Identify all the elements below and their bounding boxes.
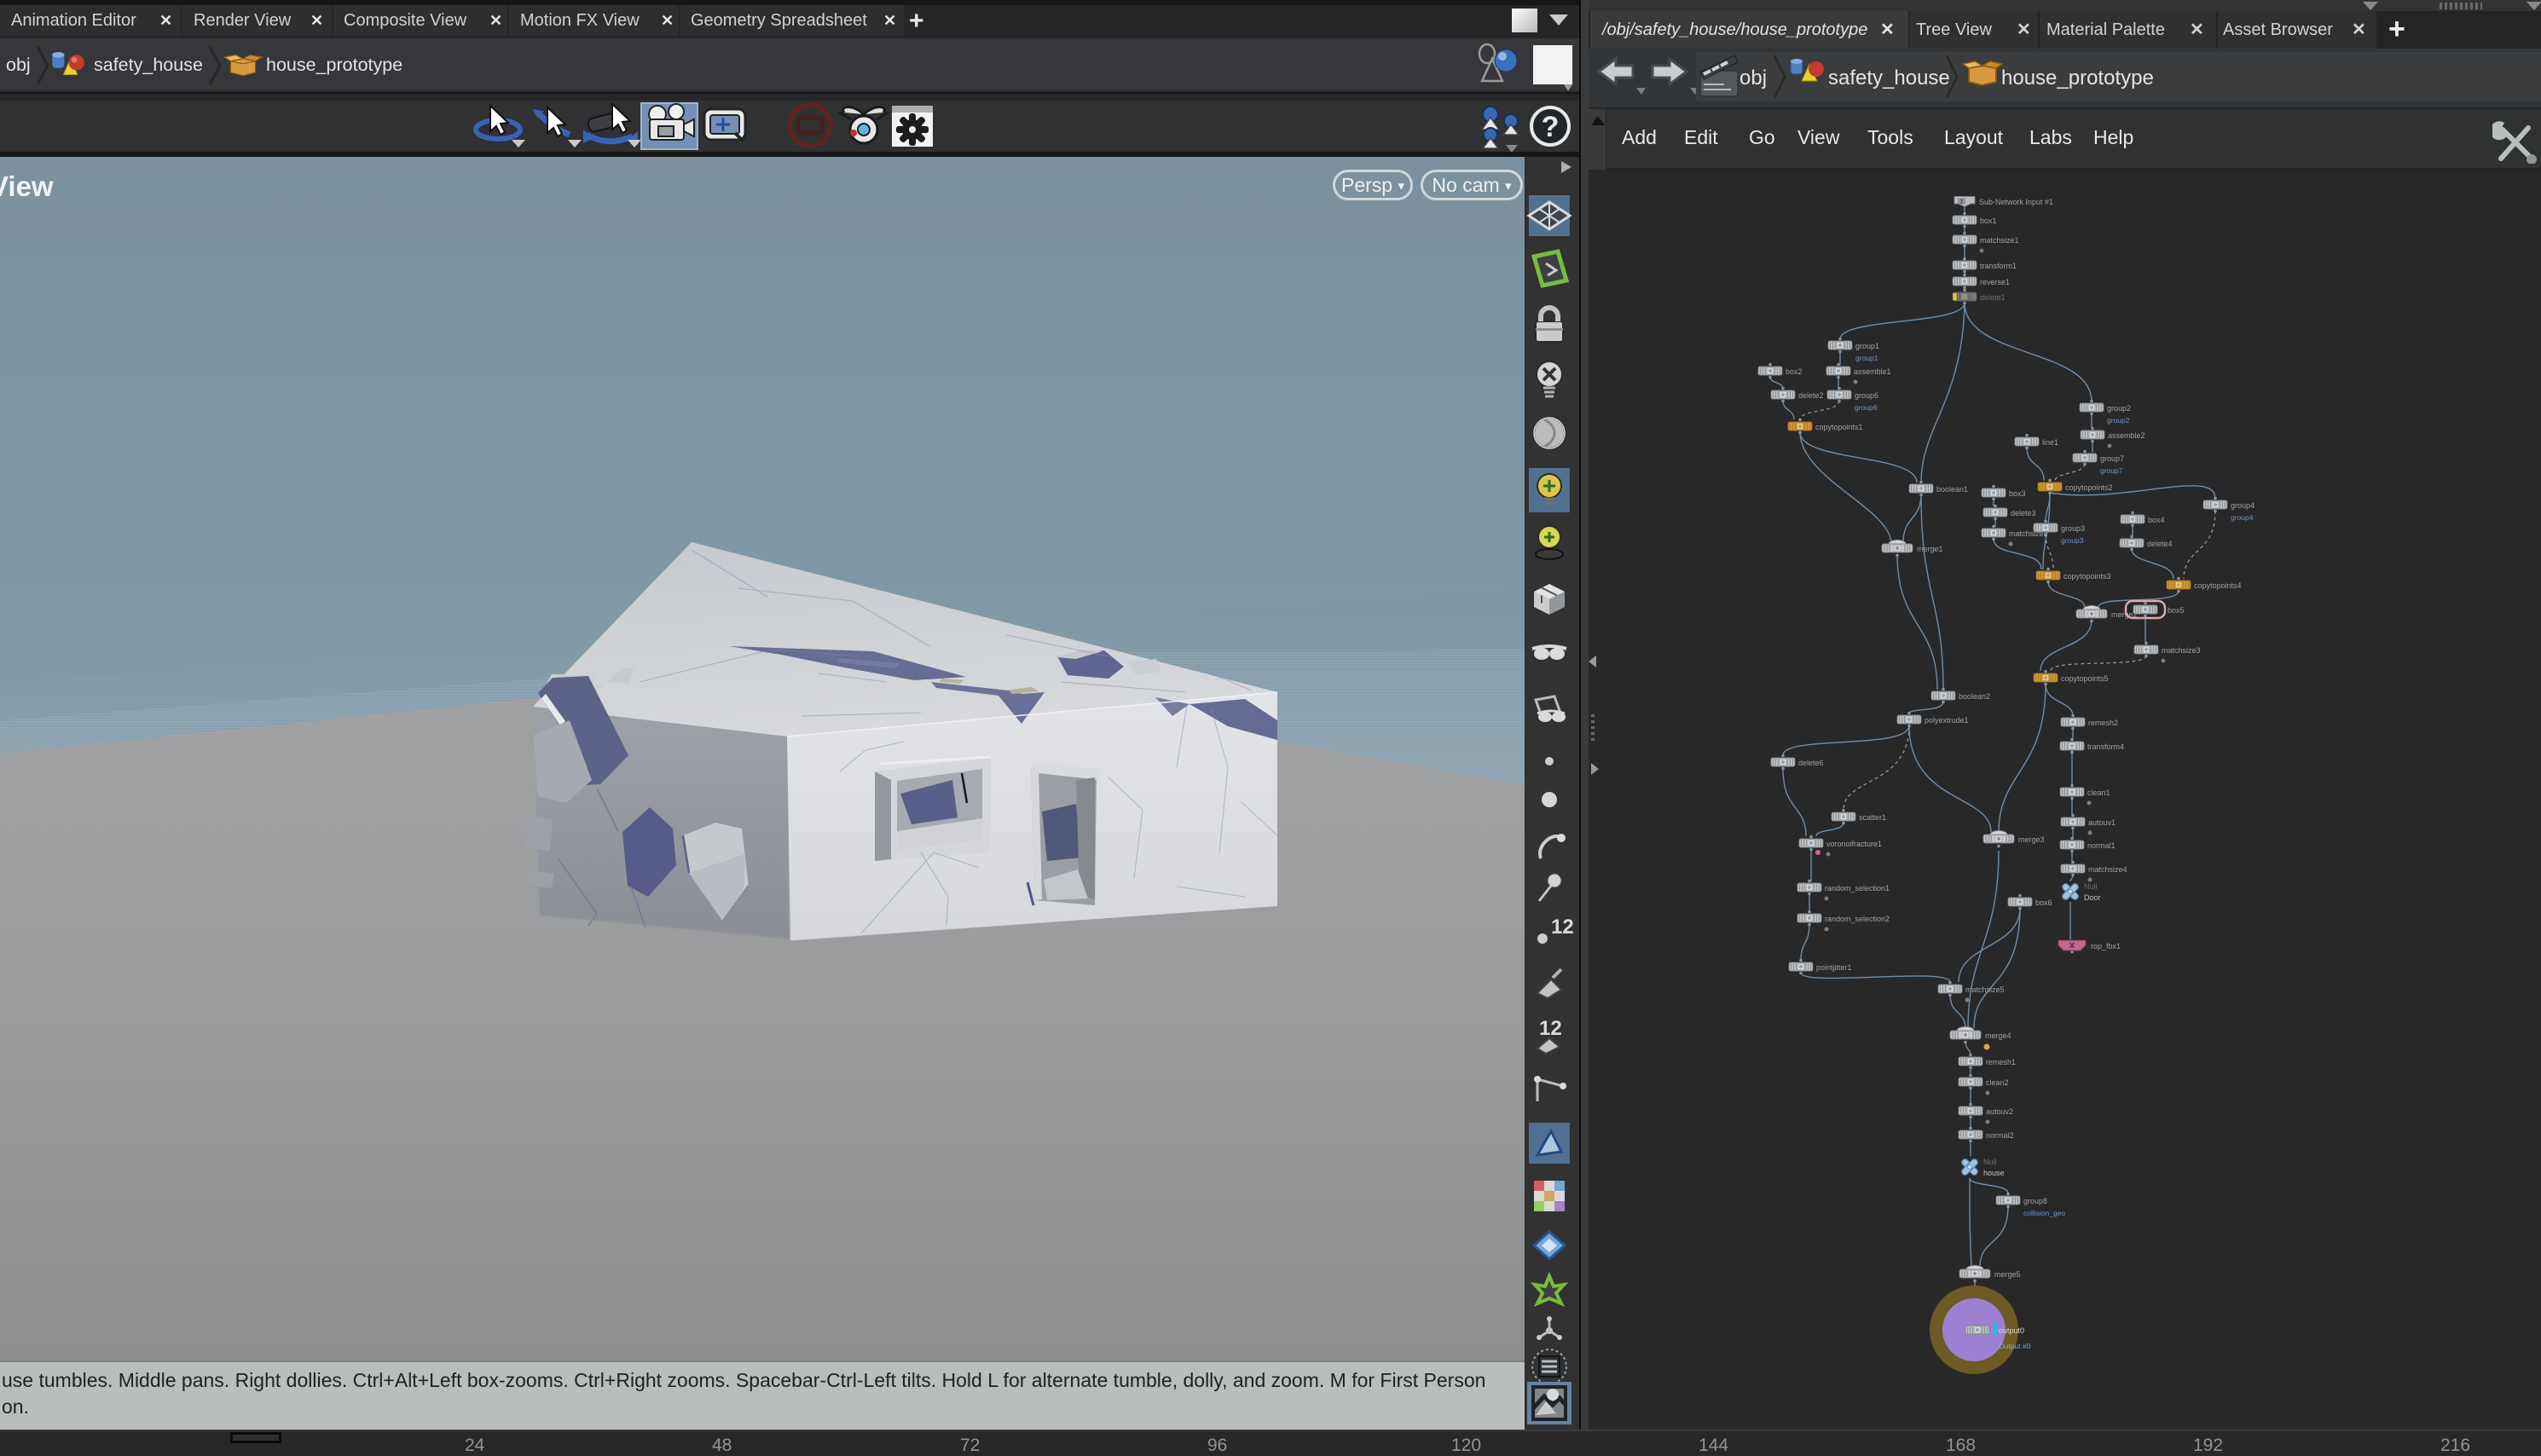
svg-text:Door: Door [2084,893,2101,902]
svg-text:transform1: transform1 [1980,262,2017,270]
svg-text:delete1: delete1 [1980,293,2006,302]
svg-text:group6: group6 [1855,391,1878,400]
svg-text:group6: group6 [1855,403,1878,412]
svg-text:autouv2: autouv2 [1986,1107,2013,1116]
svg-text:delete4: delete4 [2147,540,2173,548]
svg-text:12: 12 [1539,1017,1562,1040]
svg-text:pointjitter1: pointjitter1 [1816,963,1852,972]
svg-text:group3: group3 [2061,524,2085,533]
svg-text:remesh1: remesh1 [1986,1058,2016,1066]
svg-text:delete2: delete2 [1798,391,1824,400]
svg-text:Null: Null [1983,1158,1997,1166]
svg-text:matchsize3: matchsize3 [2162,646,2201,655]
svg-text:box2: box2 [1786,367,1803,376]
svg-text:voronoifracture1: voronoifracture1 [1826,840,1882,848]
svg-text:copytopoints2: copytopoints2 [2065,483,2113,492]
svg-text:clean2: clean2 [1986,1078,2009,1087]
svg-text:rop_fbx1: rop_fbx1 [2091,942,2121,950]
svg-text:delete3: delete3 [2011,509,2036,517]
svg-text:group7: group7 [2100,454,2124,463]
svg-text:collision_geo: collision_geo [2023,1209,2065,1217]
svg-text:remesh2: remesh2 [2088,719,2118,727]
svg-text:reverse1: reverse1 [1980,278,2010,286]
svg-text:group4: group4 [2231,513,2254,522]
svg-text:box5: box5 [2168,606,2185,615]
svg-text:house_prototype: house_prototype [2001,66,2154,90]
svg-text:copytopoints3: copytopoints3 [2063,572,2111,581]
svg-text:boolean1: boolean1 [1936,485,1968,494]
svg-text:obj: obj [1739,66,1767,90]
svg-text:?: ? [1542,111,1560,143]
svg-text:polyextrude1: polyextrude1 [1925,716,1969,725]
svg-text:autouv1: autouv1 [2088,818,2116,827]
svg-text:safety_house: safety_house [1828,66,1950,90]
svg-text:box4: box4 [2148,516,2165,524]
svg-text:transform4: transform4 [2087,742,2124,751]
svg-text:boolean2: boolean2 [1959,692,1990,701]
svg-text:output0: output0 [1999,1326,2024,1335]
svg-text:assemble2: assemble2 [2108,431,2145,440]
svg-text:random_selection1: random_selection1 [1825,884,1890,893]
svg-text:clean1: clean1 [2087,789,2110,797]
svg-text:group1: group1 [1855,342,1879,350]
svg-text:normal2: normal2 [1986,1131,2014,1140]
svg-text:assemble1: assemble1 [1854,367,1891,376]
svg-text:box1: box1 [1980,217,1997,225]
svg-text:matchsize4: matchsize4 [2088,865,2127,874]
svg-text:delete6: delete6 [1798,759,1824,767]
svg-text:matchsize1: matchsize1 [1980,236,2019,245]
svg-text:box6: box6 [2035,898,2052,907]
svg-text:group7: group7 [2100,466,2123,475]
svg-text:group4: group4 [2231,501,2254,510]
svg-text:copytopoints1: copytopoints1 [1815,423,1863,431]
svg-text:merge4: merge4 [1985,1031,2011,1040]
svg-text:random_selection2: random_selection2 [1825,915,1890,923]
svg-text:copytopoints4: copytopoints4 [2194,581,2242,590]
svg-text:box3: box3 [2009,489,2026,498]
svg-text:Output #0: Output #0 [1999,1342,2031,1350]
svg-text:group2: group2 [2107,404,2131,413]
svg-text:house: house [1983,1169,2005,1177]
svg-text:Sub-Network Input #1: Sub-Network Input #1 [1979,198,2053,206]
svg-text:line1: line1 [2042,438,2058,447]
svg-text:group3: group3 [2061,536,2084,545]
svg-text:matchsize5: matchsize5 [1965,985,2005,994]
svg-text:normal1: normal1 [2087,841,2116,850]
svg-text:group8: group8 [2023,1197,2047,1205]
svg-text:copytopoints5: copytopoints5 [2061,674,2109,683]
svg-text:scatter1: scatter1 [1859,813,1886,822]
svg-text:Null: Null [2084,882,2098,891]
svg-text:merge3: merge3 [2018,835,2045,844]
svg-text:group2: group2 [2107,416,2130,425]
svg-text:group1: group1 [1855,354,1878,362]
svg-text:12: 12 [1551,916,1574,939]
svg-text:merge1: merge1 [1917,545,1943,553]
svg-text:merge5: merge5 [1994,1270,2021,1279]
